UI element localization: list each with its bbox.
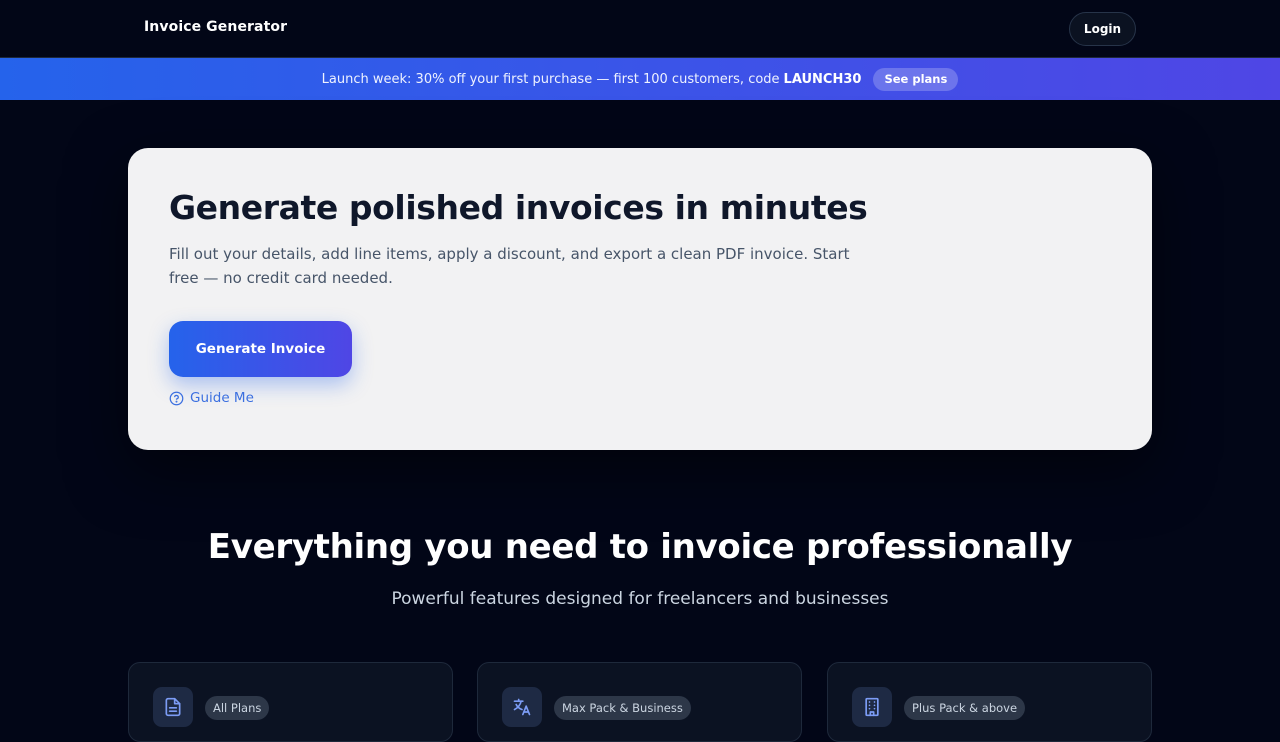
guide-me-link[interactable]: Guide Me bbox=[169, 390, 254, 406]
hero-card: Generate polished invoices in minutes Fi… bbox=[128, 148, 1152, 450]
feature-card-max-pack: Max Pack & Business bbox=[477, 662, 802, 742]
hero-subtitle: Fill out your details, add line items, a… bbox=[169, 245, 850, 287]
translate-icon bbox=[502, 687, 542, 727]
top-navbar: Invoice Generator Login bbox=[0, 0, 1280, 58]
document-icon bbox=[153, 687, 193, 727]
promo-banner: Launch week: 30% off your first purchase… bbox=[0, 58, 1280, 100]
hero-title: Generate polished invoices in minutes bbox=[169, 188, 868, 227]
plan-badge: All Plans bbox=[205, 696, 270, 720]
plan-badge: Plus Pack & above bbox=[904, 696, 1026, 720]
see-plans-button[interactable]: See plans bbox=[873, 67, 959, 91]
guide-me-label: Guide Me bbox=[190, 390, 254, 406]
promo-message: Launch week: 30% off your first purchase… bbox=[321, 71, 780, 87]
feature-card-plus-pack: Plus Pack & above bbox=[827, 662, 1152, 742]
login-button[interactable]: Login bbox=[1069, 12, 1136, 46]
promo-text: Launch week: 30% off your first purchase… bbox=[322, 72, 862, 87]
plan-badge: Max Pack & Business bbox=[554, 696, 691, 720]
help-circle-icon bbox=[169, 391, 184, 405]
brand-logo[interactable]: Invoice Generator bbox=[144, 19, 287, 35]
promo-code: LAUNCH30 bbox=[783, 71, 862, 87]
feature-card-all-plans: All Plans bbox=[128, 662, 453, 742]
features-title: Everything you need to invoice professio… bbox=[207, 527, 1073, 567]
generate-invoice-button[interactable]: Generate Invoice bbox=[169, 321, 352, 377]
building-icon bbox=[852, 687, 892, 727]
features-subtitle: Powerful features designed for freelance… bbox=[391, 589, 889, 609]
